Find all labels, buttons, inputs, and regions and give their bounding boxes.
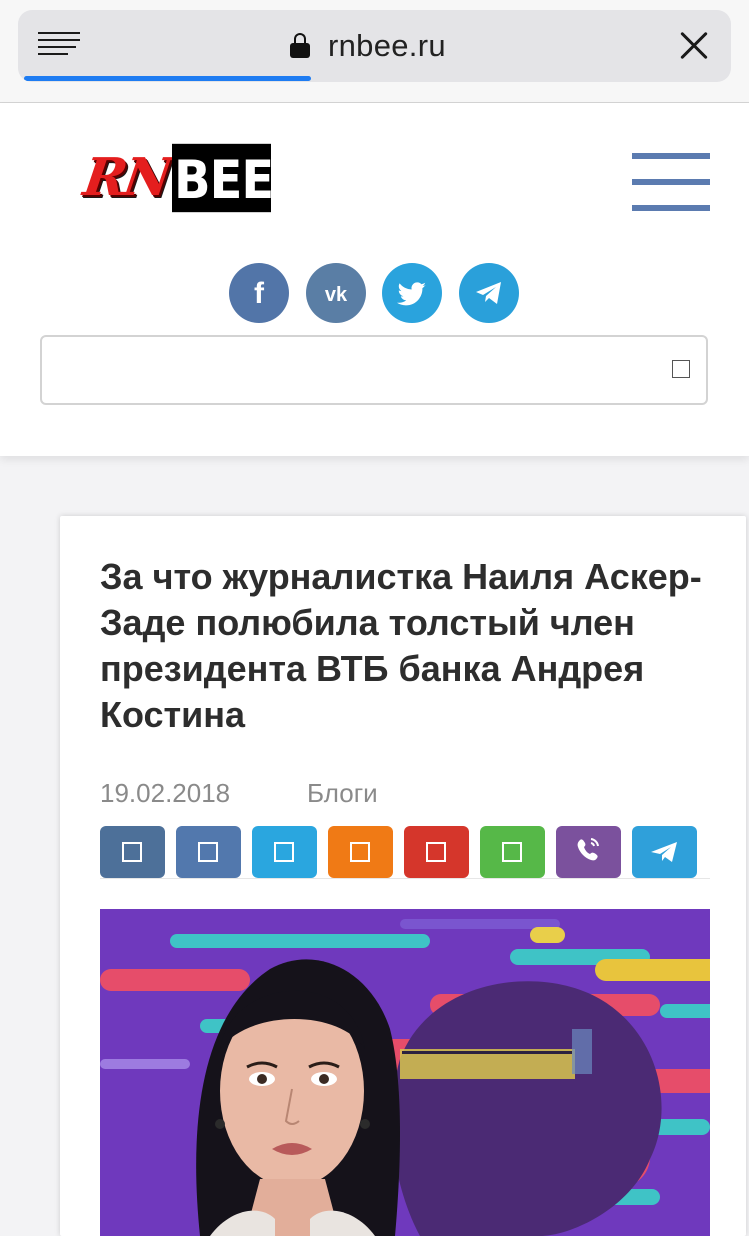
share-icon	[198, 842, 218, 862]
page-load-progress	[24, 76, 311, 81]
viber-icon	[577, 838, 599, 861]
article-card: За что журналистка Наиля Аскер-Заде полю…	[60, 516, 746, 1236]
logo-bee-text: BEE	[172, 143, 274, 213]
search-icon[interactable]	[672, 360, 690, 378]
share-icon	[426, 842, 446, 862]
logo-rn-text: RN	[79, 147, 174, 208]
divider	[100, 878, 710, 879]
svg-text:vk: vk	[325, 284, 348, 306]
lock-icon	[290, 33, 310, 59]
article-date: 19.02.2018	[100, 778, 231, 808]
site-logo[interactable]: RN BEE	[80, 143, 274, 215]
share-icon	[274, 842, 294, 862]
share-button-2[interactable]	[176, 826, 241, 878]
article-title[interactable]: За что журналистка Наиля Аскер-Заде полю…	[100, 554, 720, 738]
browser-toolbar: rnbee.ru	[0, 0, 749, 103]
twitter-icon[interactable]	[382, 263, 442, 323]
vk-icon[interactable]: vk	[306, 263, 366, 323]
address-bar[interactable]: rnbee.ru	[18, 10, 731, 82]
share-telegram[interactable]	[632, 826, 697, 878]
facebook-icon[interactable]: f	[229, 263, 289, 323]
share-viber[interactable]	[556, 826, 621, 878]
article-image	[100, 909, 710, 1236]
search-input[interactable]	[40, 335, 708, 405]
share-buttons	[100, 826, 710, 878]
telegram-icon	[651, 842, 677, 862]
share-icon	[350, 842, 370, 862]
share-button-3[interactable]	[252, 826, 317, 878]
svg-text:f: f	[254, 277, 265, 310]
share-button-6[interactable]	[480, 826, 545, 878]
reader-mode-icon[interactable]	[38, 32, 80, 60]
menu-icon[interactable]	[632, 153, 710, 211]
url-text[interactable]: rnbee.ru	[328, 28, 446, 64]
telegram-icon[interactable]	[459, 263, 519, 323]
share-button-1[interactable]	[100, 826, 165, 878]
share-button-5[interactable]	[404, 826, 469, 878]
site-header: RN BEE f vk	[0, 103, 749, 456]
share-icon	[122, 842, 142, 862]
article-category[interactable]: Блоги	[307, 778, 378, 809]
close-icon[interactable]	[678, 30, 710, 62]
share-icon	[502, 842, 522, 862]
share-button-4[interactable]	[328, 826, 393, 878]
